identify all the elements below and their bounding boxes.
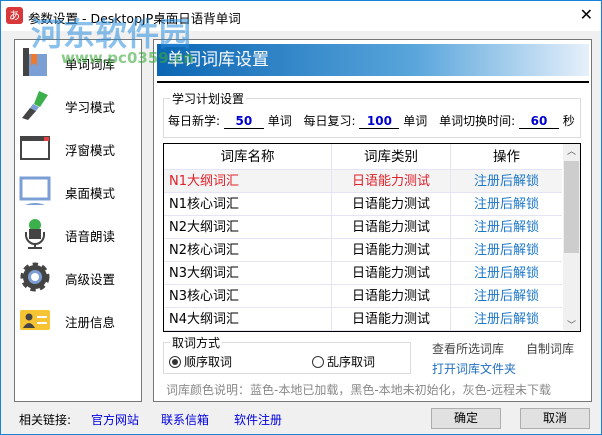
sidebar-item-word-library[interactable]: 单词词库 xyxy=(15,42,141,82)
unlock-action-link[interactable]: 注册后解锁 xyxy=(450,239,562,261)
table-row[interactable]: N2核心词汇 日语能力测试 注册后解锁 xyxy=(164,239,562,262)
related-links-label: 相关链接: xyxy=(19,413,72,427)
unlock-action-link[interactable]: 注册后解锁 xyxy=(450,308,562,330)
view-selected-link[interactable]: 查看所选词库 xyxy=(432,340,504,357)
library-name: N4大纲词汇 xyxy=(169,312,239,327)
unit: 单词 xyxy=(403,114,428,128)
id-card-icon xyxy=(20,310,50,330)
open-folder-link[interactable]: 打开词库文件夹 xyxy=(432,360,516,377)
library-category: 日语能力测试 xyxy=(331,239,450,261)
radio-random[interactable]: 乱序取词 xyxy=(312,353,375,370)
sidebar-item-advanced[interactable]: 高级设置 xyxy=(15,257,141,297)
library-name: N3大纲词汇 xyxy=(169,266,239,281)
table-row[interactable]: N3核心词汇 日语能力测试 注册后解锁 xyxy=(164,285,562,308)
library-category: 日语能力测试 xyxy=(331,285,450,307)
sidebar-item-study-mode[interactable]: 学习模式 xyxy=(15,85,141,125)
sidebar-item-label: 浮窗模式 xyxy=(65,143,116,158)
custom-library-link[interactable]: 自制词库 xyxy=(526,340,574,357)
column-header[interactable]: 词库类别 xyxy=(331,144,450,169)
unlock-action-link[interactable]: 注册后解锁 xyxy=(450,262,562,284)
scrollbar[interactable]: ︿ ﹀ xyxy=(563,144,580,331)
unlock-action-link[interactable]: 注册后解锁 xyxy=(450,285,562,307)
scroll-thumb[interactable] xyxy=(564,161,579,253)
study-plan-group: 学习计划设置 每日新学: 50 单词 每日复习: 100 单词 单词切换时间: … xyxy=(163,90,581,138)
daily-review-input[interactable]: 100 xyxy=(359,114,400,129)
register-link[interactable]: 软件注册 xyxy=(234,411,282,428)
sidebar-item-label: 学习模式 xyxy=(65,100,116,115)
monitor-icon xyxy=(19,176,51,205)
close-button[interactable]: ✕ xyxy=(580,5,593,24)
library-name: N1核心词汇 xyxy=(169,197,239,212)
review-label: 每日复习: xyxy=(303,114,356,128)
microphone-icon xyxy=(25,219,45,249)
table-row[interactable]: N4大纲词汇 日语能力测试 注册后解锁 xyxy=(164,308,562,331)
app-icon: あ xyxy=(6,7,23,24)
sidebar-item-label: 注册信息 xyxy=(65,315,116,330)
unlock-action-link[interactable]: 注册后解锁 xyxy=(450,216,562,238)
sidebar-item-float-window[interactable]: 浮窗模式 xyxy=(15,128,141,168)
new-label: 每日新学: xyxy=(168,114,221,128)
divider xyxy=(157,81,589,83)
unit: 单词 xyxy=(267,114,292,128)
sidebar-item-registration[interactable]: 注册信息 xyxy=(15,300,141,340)
table-header: 词库名称 词库类别 操作 xyxy=(164,144,562,170)
library-category: 日语能力测试 xyxy=(331,308,450,330)
table-row[interactable]: N1大纲词汇 日语能力测试 注册后解锁 xyxy=(164,170,562,193)
sidebar-item-label: 单词词库 xyxy=(65,57,116,72)
title-bar: あ 参数设置 - DesktopJP桌面日语背单词 ✕ xyxy=(1,1,601,31)
sidebar-item-voice[interactable]: 语音朗读 xyxy=(15,214,141,254)
table-row[interactable]: N2大纲词汇 日语能力测试 注册后解锁 xyxy=(164,216,562,239)
official-site-link[interactable]: 官方网站 xyxy=(91,411,139,428)
daily-new-input[interactable]: 50 xyxy=(223,114,264,129)
column-header[interactable]: 操作 xyxy=(450,144,562,169)
scroll-down-icon[interactable]: ﹀ xyxy=(563,318,580,331)
radio-sequential[interactable]: 顺序取词 xyxy=(169,353,232,370)
sidebar-item-label: 高级设置 xyxy=(65,272,116,287)
library-category: 日语能力测试 xyxy=(331,170,450,192)
library-category: 日语能力测试 xyxy=(331,262,450,284)
column-header[interactable]: 词库名称 xyxy=(164,144,331,170)
settings-window: あ 参数设置 - DesktopJP桌面日语背单词 ✕ 河东软件园 www.pc… xyxy=(0,0,602,435)
radio-label: 顺序取词 xyxy=(184,355,233,369)
contact-email-link[interactable]: 联系信箱 xyxy=(161,411,209,428)
pick-mode-group: 取词方式 顺序取词 乱序取词 xyxy=(163,334,411,374)
library-table: 词库名称 词库类别 操作 N1大纲词汇 日语能力测试 注册后解锁 N1核心词汇 日语能力… xyxy=(163,143,581,332)
unit: 秒 xyxy=(562,114,575,128)
sidebar: 单词词库 学习模式 浮窗模式 桌面模式 语音朗读 高级设置 注册信息 xyxy=(14,39,142,402)
library-name: N2核心词汇 xyxy=(169,243,239,258)
radio-selected-icon xyxy=(169,356,181,368)
library-name: N2大纲词汇 xyxy=(169,220,239,235)
switch-time-input[interactable]: 60 xyxy=(518,114,559,129)
radio-label: 乱序取词 xyxy=(327,355,376,369)
unlock-action-link[interactable]: 注册后解锁 xyxy=(450,170,562,192)
window-icon xyxy=(20,136,50,160)
cancel-button[interactable]: 取消 xyxy=(520,408,590,429)
ok-button[interactable]: 确定 xyxy=(431,408,501,429)
book-icon xyxy=(23,48,47,76)
table-row[interactable]: N1核心词汇 日语能力测试 注册后解锁 xyxy=(164,193,562,216)
brush-icon xyxy=(22,91,48,120)
radio-icon xyxy=(312,356,324,368)
library-name: N1大纲词汇 xyxy=(169,174,239,189)
table-row[interactable]: N3大纲词汇 日语能力测试 注册后解锁 xyxy=(164,262,562,285)
sidebar-item-desktop-mode[interactable]: 桌面模式 xyxy=(15,171,141,211)
sidebar-item-label: 桌面模式 xyxy=(65,186,116,201)
main-panel: 单词词库设置 学习计划设置 每日新学: 50 单词 每日复习: 100 单词 单… xyxy=(153,39,592,402)
sidebar-item-label: 语音朗读 xyxy=(65,229,116,244)
panel-header: 单词词库设置 xyxy=(157,44,589,76)
gear-icon xyxy=(20,262,50,292)
group-title: 学习计划设置 xyxy=(170,90,247,107)
window-title: 参数设置 - DesktopJP桌面日语背单词 xyxy=(28,11,241,26)
library-name: N3核心词汇 xyxy=(169,289,239,304)
scroll-up-icon[interactable]: ︿ xyxy=(563,144,580,157)
unlock-action-link[interactable]: 注册后解锁 xyxy=(450,193,562,215)
library-category: 日语能力测试 xyxy=(331,216,450,238)
group-title: 取词方式 xyxy=(170,334,223,351)
color-legend: 词库颜色说明：蓝色-本地已加载，黑色-本地未初始化，灰色-远程未下载 xyxy=(166,383,551,397)
switch-label: 单词切换时间: xyxy=(439,114,516,128)
library-category: 日语能力测试 xyxy=(331,193,450,215)
